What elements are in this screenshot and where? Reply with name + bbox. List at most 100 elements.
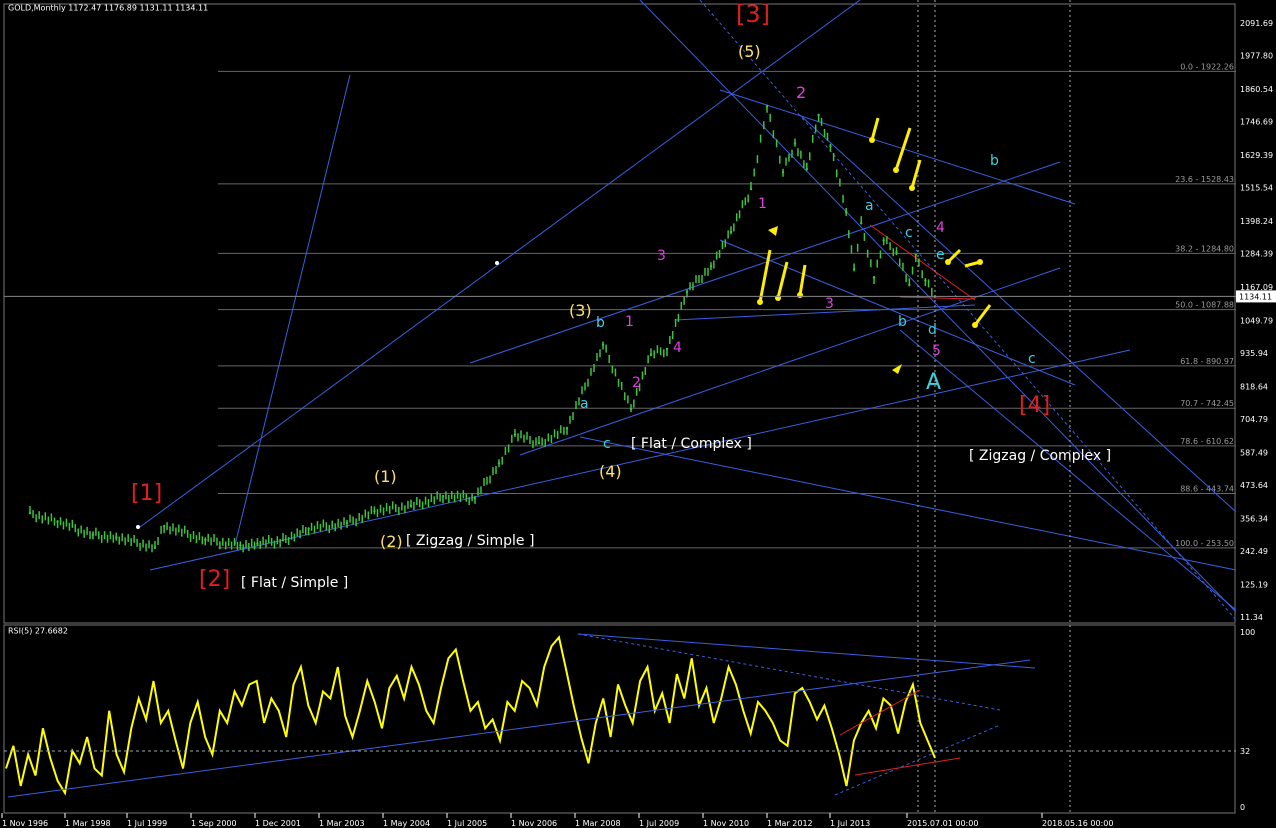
price-axis-label: 704.79 xyxy=(1240,415,1268,424)
date-label: 2015.07.01 00:00 xyxy=(907,819,978,828)
price-point xyxy=(204,538,207,541)
price-point xyxy=(829,145,832,148)
price-point xyxy=(281,539,285,542)
yellow-arrowhead xyxy=(775,295,781,301)
rsi-axis-label: 100 xyxy=(1240,628,1255,637)
wave-label: a xyxy=(580,396,589,412)
rsi-series xyxy=(5,633,1036,798)
date-label: 1 Dec 2001 xyxy=(255,819,301,828)
main-chart-title: GOLD,Monthly 1172.47 1176.89 1131.11 113… xyxy=(8,4,208,13)
price-point xyxy=(601,343,605,346)
price-point xyxy=(749,187,753,191)
wave-label: A xyxy=(926,370,941,395)
price-point xyxy=(665,347,669,351)
price-point xyxy=(345,521,349,525)
price-point xyxy=(28,511,32,515)
price-point xyxy=(537,442,541,445)
wave-label: b xyxy=(898,314,907,330)
price-axis: 2091.69 1977.80 1860.54 1746.69 1629.39 1515.… xyxy=(4,19,1276,812)
yellow-arrow xyxy=(776,261,789,299)
yellow-arrowhead xyxy=(869,137,875,143)
price-axis-label: 1398.24 xyxy=(1240,217,1273,226)
price-axis-label: 125.19 xyxy=(1240,580,1268,589)
price-axis-label: 11.34 xyxy=(1240,613,1263,622)
price-point xyxy=(805,167,809,171)
yellow-arrow xyxy=(973,304,992,326)
price-point xyxy=(473,497,477,500)
wave-label: b xyxy=(990,153,999,169)
price-point xyxy=(565,427,569,430)
date-label: 2018.05.16 00:00 xyxy=(1042,819,1113,828)
fib-level-label: 50.0 - 1087.88 xyxy=(1175,301,1234,310)
price-point xyxy=(895,250,898,254)
price-point xyxy=(409,504,413,508)
trendline xyxy=(579,436,1237,571)
price-axis-label: 1629.39 xyxy=(1240,151,1273,160)
wave-label: [4] xyxy=(1019,393,1050,418)
yellow-arrow xyxy=(894,127,912,171)
price-point xyxy=(91,533,95,536)
wave-label: (3) xyxy=(569,301,592,320)
date-label: 1 Mar 2012 xyxy=(767,819,813,828)
wave-label: d xyxy=(928,322,937,338)
fib-level-label: 38.2 - 1284.80 xyxy=(1175,244,1234,253)
price-point xyxy=(649,353,653,356)
date-label: 1 Mar 1998 xyxy=(65,819,111,828)
date-label: 1 Mar 2003 xyxy=(319,819,365,828)
price-axis-label: 1977.80 xyxy=(1240,52,1273,61)
rsi-red-line xyxy=(839,689,921,736)
price-point xyxy=(852,267,856,271)
wave-label: [ Zigzag / Complex ] xyxy=(969,448,1111,464)
date-label: 1 Mar 2008 xyxy=(575,819,621,828)
yellow-arrowhead xyxy=(757,299,763,305)
trendline xyxy=(469,161,1061,364)
price-point xyxy=(441,494,445,498)
rsi-axis-label: 32 xyxy=(1240,747,1250,756)
price-axis-label: 935.94 xyxy=(1240,349,1268,358)
date-axis: 1 Nov 1996 1 Mar 1998 1 Jul 1999 1 Sep 2000… xyxy=(1,813,1113,828)
price-axis-label: 587.49 xyxy=(1240,448,1268,457)
wave-label: 1 xyxy=(758,196,767,212)
price-point xyxy=(924,279,927,282)
yellow-arrowhead xyxy=(797,292,803,298)
rsi-trendline xyxy=(577,633,1036,669)
price-point xyxy=(860,222,863,225)
wave-label: [ Zigzag / Simple ] xyxy=(406,533,534,549)
wave-label: (4) xyxy=(599,462,622,481)
price-point xyxy=(729,230,733,234)
anchor-point xyxy=(495,261,499,265)
rsi-red-line xyxy=(854,757,961,776)
yellow-arrowhead xyxy=(945,259,951,265)
fibonacci-levels: 0.0 - 1922.26 23.6 - 1528.43 38.2 - 1284.8… xyxy=(218,62,1236,549)
wave-label: e xyxy=(936,247,945,263)
yellow-arrowhead xyxy=(893,167,899,173)
trendline xyxy=(139,0,861,528)
price-point xyxy=(307,527,310,531)
wave-label: 3 xyxy=(657,248,666,264)
wave-label: c xyxy=(1028,351,1036,367)
wave-label: c xyxy=(603,436,611,452)
trendline xyxy=(719,239,1076,386)
main-panel-border xyxy=(3,3,1236,624)
price-point xyxy=(115,536,118,539)
yellow-arrowhead xyxy=(909,185,915,191)
price-point xyxy=(882,239,885,242)
wave-label: [ Flat / Complex ] xyxy=(631,436,752,452)
price-axis-label: 818.64 xyxy=(1240,382,1268,391)
rsi-trendline xyxy=(577,633,1001,711)
price-axis-label: 2091.69 xyxy=(1240,19,1273,28)
rsi-panel-border xyxy=(3,624,1236,814)
wave-label: 2 xyxy=(796,83,806,102)
price-point xyxy=(513,433,517,436)
price-axis-label: 356.34 xyxy=(1240,514,1268,523)
price-point xyxy=(914,253,917,256)
wave-label: 1 xyxy=(625,314,634,330)
date-label: 1 Nov 2010 xyxy=(703,819,749,828)
price-axis-label: 242.49 xyxy=(1240,547,1268,556)
rsi-title: RSI(5) 27.6682 xyxy=(8,627,68,636)
wave-label: (1) xyxy=(374,467,397,486)
price-series xyxy=(28,104,937,553)
price-point xyxy=(497,461,501,465)
price-point xyxy=(908,283,911,286)
fib-level-label: 0.0 - 1922.26 xyxy=(1180,62,1234,71)
